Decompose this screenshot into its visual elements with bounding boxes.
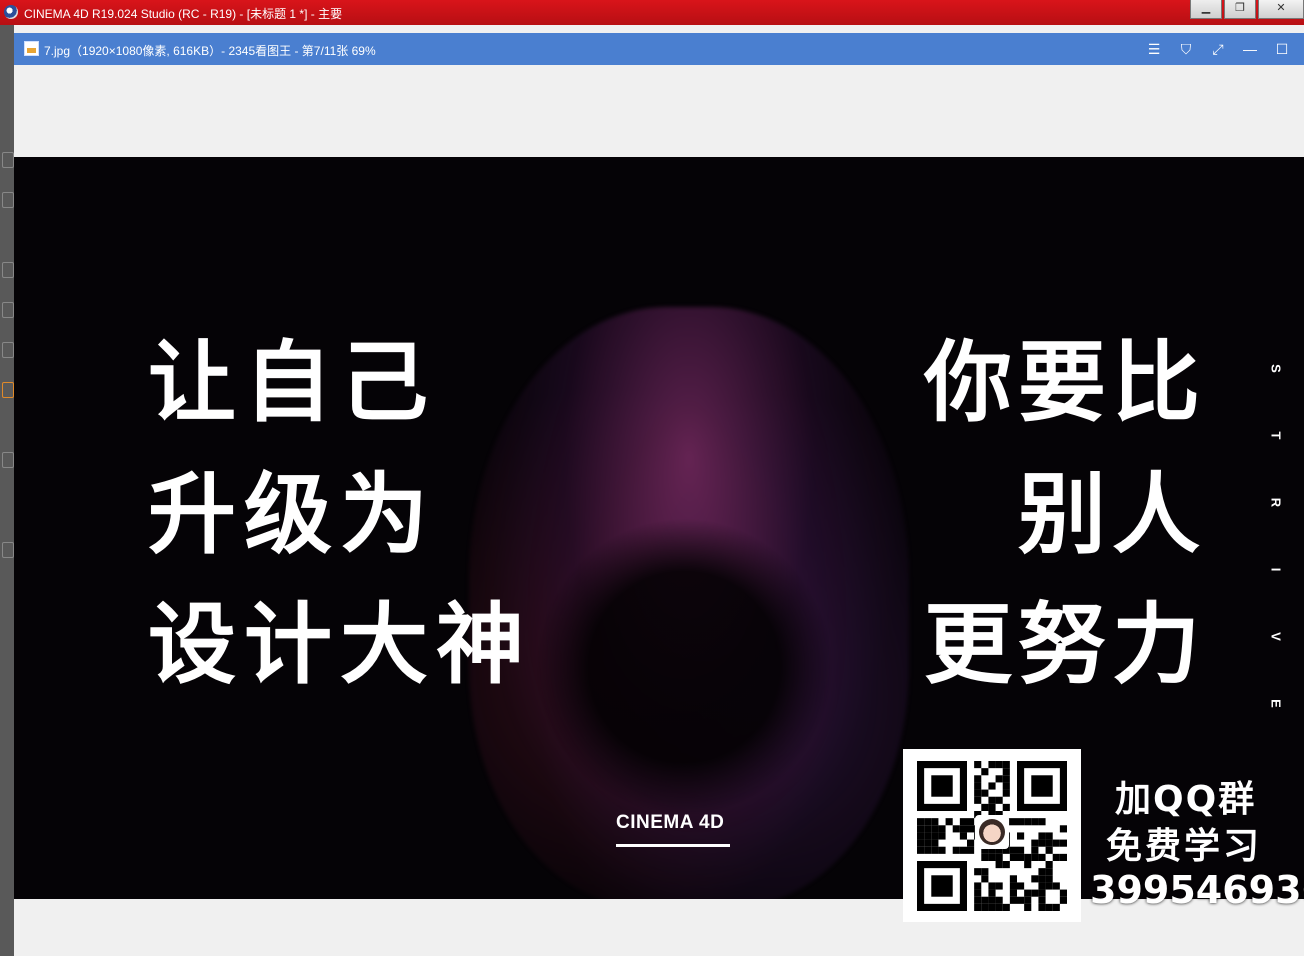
vertical-letter: E	[1268, 699, 1284, 708]
c4d-maximize-button[interactable]: ❐	[1224, 0, 1256, 19]
tool-icon[interactable]	[2, 452, 14, 468]
promo-line-1: 加QQ群	[1115, 779, 1257, 820]
skin-icon[interactable]: ⛉	[1176, 39, 1196, 59]
vertical-letter: T	[1268, 431, 1284, 440]
poster-right-line-3: 更努力	[923, 593, 1206, 696]
poster-left-line-2: 升级为	[148, 463, 437, 566]
poster-left-line-3: 设计大神	[148, 593, 533, 696]
poster-right-line-2: 别人	[1017, 463, 1206, 566]
viewer-controls: ☰ ⛉ ⤢ — ☐	[1144, 39, 1292, 59]
poster-brand-underline	[616, 844, 730, 847]
image-viewer-app-icon	[24, 41, 39, 56]
c4d-tool-strip	[0, 25, 14, 956]
cinema4d-app-icon[interactable]	[4, 5, 18, 19]
promo-qq-number: 399546936	[1090, 868, 1304, 912]
minimize-icon[interactable]: —	[1240, 39, 1260, 59]
maximize-icon: ❐	[1235, 2, 1245, 14]
promo-line-2: 免费学习	[1106, 826, 1263, 867]
tool-icon[interactable]	[2, 542, 14, 558]
tool-icon[interactable]	[2, 262, 14, 278]
c4d-close-button[interactable]: ✕	[1258, 0, 1304, 19]
qr-avatar	[975, 815, 1009, 849]
vertical-letter: R	[1268, 497, 1284, 508]
minimize-icon: ▁	[1201, 2, 1211, 14]
tool-icon[interactable]	[2, 342, 14, 358]
tool-icon[interactable]	[2, 152, 14, 168]
vertical-letter: V	[1268, 632, 1284, 641]
vertical-letter: I	[1268, 567, 1284, 572]
menu-icon[interactable]: ☰	[1144, 39, 1164, 59]
close-icon: ✕	[1276, 2, 1286, 14]
vertical-letter: S	[1268, 364, 1284, 373]
poster-brand: CINEMA 4D	[616, 812, 725, 833]
c4d-titlebar: CINEMA 4D R19.024 Studio (RC - R19) - [未…	[0, 0, 1304, 25]
viewer-title: 7.jpg（1920×1080像素, 616KB）- 2345看图王 - 第7/…	[44, 44, 376, 58]
c4d-window-title: CINEMA 4D R19.024 Studio (RC - R19) - [未…	[24, 7, 343, 21]
poster-vertical-word: S T R I V E	[1242, 335, 1284, 737]
poster-image[interactable]: 让自己 升级为 设计大神 你要比 别人 更努力 S T R I V E CINE…	[14, 157, 1304, 899]
c4d-minimize-button[interactable]: ▁	[1190, 0, 1222, 19]
tool-icon[interactable]	[2, 382, 14, 398]
fullscreen-icon[interactable]: ⤢	[1208, 39, 1228, 59]
c4d-window-controls: ▁ ❐ ✕	[1188, 0, 1304, 20]
qr-code	[903, 749, 1081, 922]
poster-right-line-1: 你要比	[923, 331, 1206, 434]
tool-icon[interactable]	[2, 192, 14, 208]
poster-left-line-1: 让自己	[148, 331, 437, 434]
maximize-icon[interactable]: ☐	[1272, 39, 1292, 59]
viewer-titlebar[interactable]: 7.jpg（1920×1080像素, 616KB）- 2345看图王 - 第7/…	[14, 33, 1304, 65]
tool-icon[interactable]	[2, 302, 14, 318]
